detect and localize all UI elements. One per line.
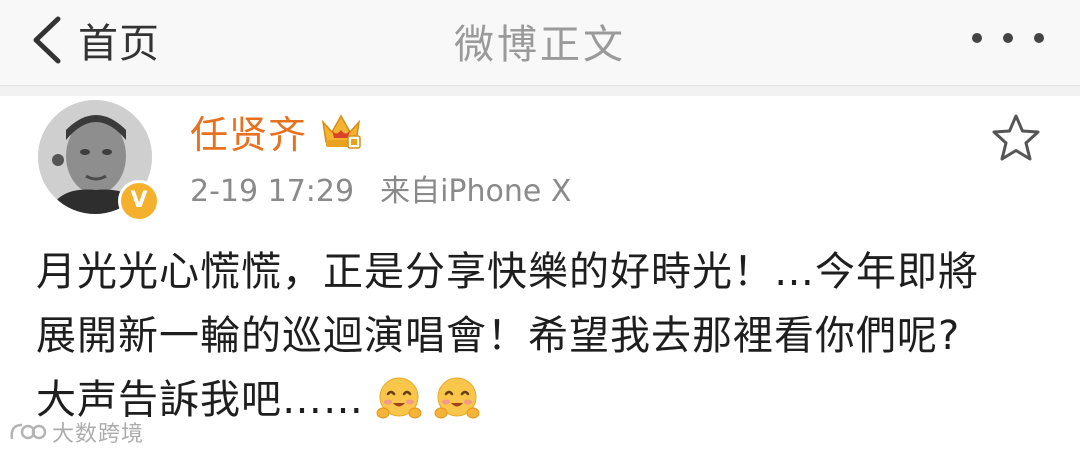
post-time: 2-19 17:29 [190, 174, 355, 209]
hug-emoji-icon [376, 377, 422, 419]
watermark-text: 大数跨境 [52, 422, 145, 447]
verified-badge-label: V [130, 188, 148, 213]
verified-badge: V [118, 180, 160, 222]
post-meta: 2-19 17:29 来自iPhone X [190, 166, 571, 210]
star-outline-icon[interactable] [990, 112, 1042, 164]
nav-bar: 首页 微博正文 [0, 0, 1080, 86]
dot [1003, 33, 1013, 43]
watermark: 大数跨境 [8, 418, 145, 447]
post-text-line: 月光光心慌慌，正是分享快樂的好時光！…今年即將 [36, 249, 979, 295]
post-text: 月光光心慌慌，正是分享快樂的好時光！…今年即將 展開新一輪的巡迴演唱會！希望我去… [36, 240, 1046, 432]
post-source: 来自iPhone X [380, 174, 572, 209]
avatar[interactable]: V [38, 100, 160, 222]
post-text-line: 展開新一輪的巡迴演唱會！希望我去那裡看你們呢? [36, 313, 961, 359]
page-title: 微博正文 [454, 22, 626, 68]
hug-emoji-icon [434, 377, 480, 419]
author-name[interactable]: 任贤齐 [190, 104, 307, 159]
section-divider [0, 86, 1080, 96]
dot [1034, 33, 1044, 43]
dot [972, 33, 982, 43]
post-text-line-last: 大声告訴我吧…… [36, 368, 1046, 432]
more-dots-icon[interactable] [972, 26, 1044, 50]
watermark-logo-icon [10, 423, 47, 440]
crown-member-icon[interactable] [318, 110, 364, 150]
